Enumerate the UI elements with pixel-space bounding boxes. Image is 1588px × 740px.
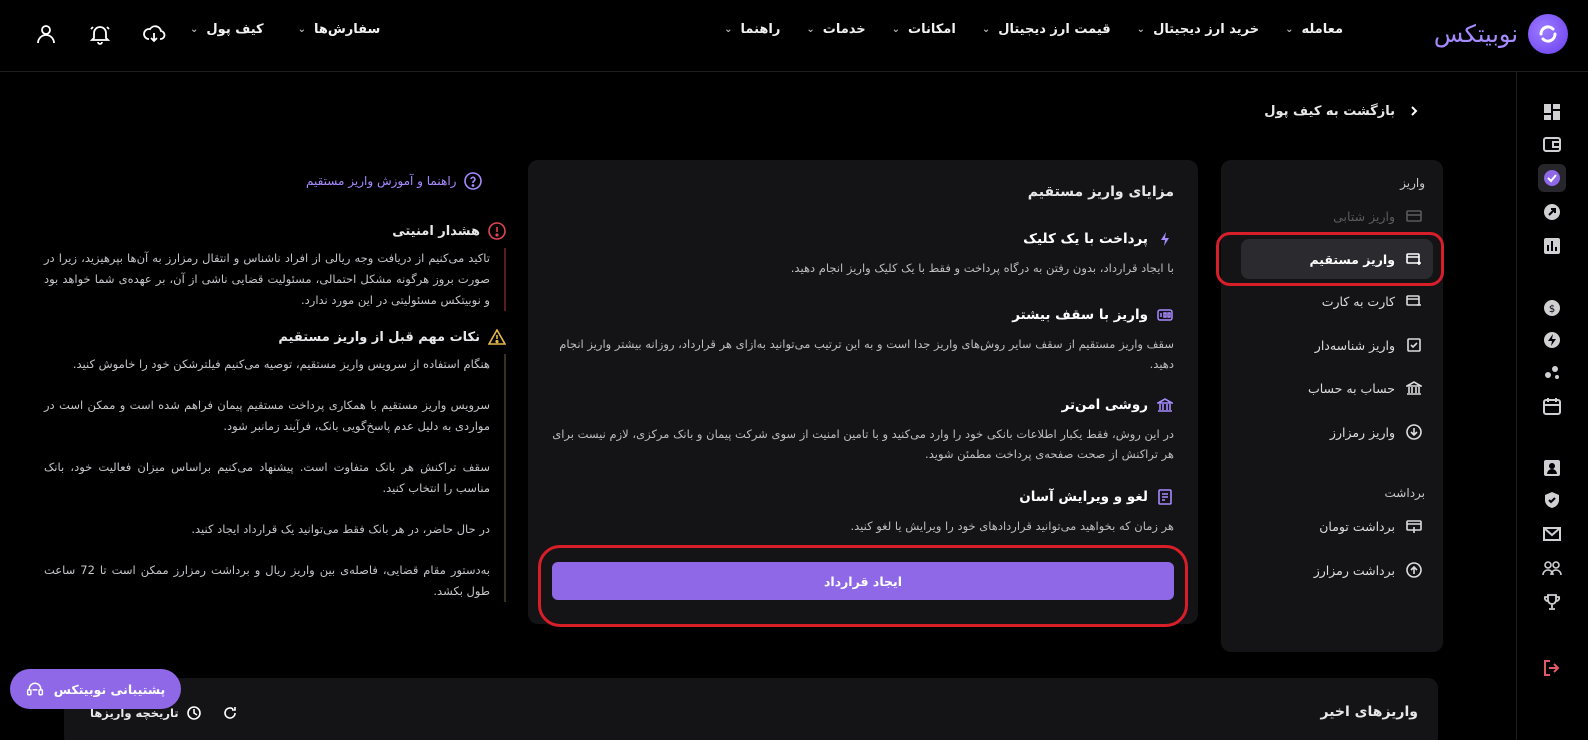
document-edit-icon xyxy=(1156,488,1174,506)
support-button[interactable]: پشتیبانی نوبیتکس xyxy=(10,669,181,709)
lightning-icon[interactable] xyxy=(1538,326,1566,354)
sidebar-heading-withdraw: برداشت xyxy=(1384,486,1425,500)
feature-higher-limit: واریز با سقف بیشتر سقف واریز مستقیم از س… xyxy=(559,306,1174,371)
sidebar-item-instant-deposit[interactable]: واریز شتابی xyxy=(1241,196,1433,236)
tip-item: هنگام استفاده از سرویس واریز مستقیم، توص… xyxy=(72,357,490,371)
crypto-download-icon xyxy=(1405,423,1423,441)
brand-logo[interactable]: نوبیتکس xyxy=(1434,14,1568,54)
security-warning-text: تاکید می‌کنیم از دریافت وجه ریالی از افر… xyxy=(44,248,506,311)
chevron-down-icon: ⌄ xyxy=(1285,24,1294,35)
tip-item: سقف تراکنش هر بانک متفاوت است. پیشنهاد م… xyxy=(44,460,490,495)
checklist-icon xyxy=(1405,336,1423,354)
brand-name: نوبیتکس xyxy=(1433,20,1518,48)
logout-icon[interactable] xyxy=(1538,654,1566,682)
menu-crypto-price[interactable]: قیمت ارز دیجیتال ⌄ xyxy=(982,22,1111,37)
top-navbar: نوبیتکس معامله ⌄ خرید ارز دیجیتال ⌄ قیمت ا… xyxy=(0,0,1588,72)
important-tips-block: نکات مهم قبل از واریز مستقیم هنگام استفا… xyxy=(44,328,506,622)
account-menu: سفارش‌ها ⌄ کیف پول ⌄ xyxy=(190,22,380,37)
user-profile-icon[interactable] xyxy=(32,20,60,48)
sidebar-item-withdraw-toman[interactable]: برداشت تومان xyxy=(1241,506,1433,546)
notification-bell-icon[interactable] xyxy=(86,20,114,48)
sidebar-item-withdraw-crypto[interactable]: برداشت رمزارز xyxy=(1241,550,1433,590)
tip-item: سرویس واریز مستقیم با همکاری پرداخت مستق… xyxy=(44,398,490,433)
trophy-icon[interactable] xyxy=(1538,588,1566,616)
svg-text:$: $ xyxy=(1549,304,1555,315)
menu-services[interactable]: خدمات ⌄ xyxy=(806,22,865,37)
chevron-down-icon: ⌄ xyxy=(297,24,306,35)
deposit-rail-icon[interactable] xyxy=(1538,164,1566,192)
bank-icon xyxy=(1405,379,1423,397)
chevron-down-icon: ⌄ xyxy=(724,24,733,35)
main-menu: معامله ⌄ خرید ارز دیجیتال ⌄ قیمت ارز دیجیت… xyxy=(724,22,1343,37)
mail-icon[interactable] xyxy=(1538,520,1566,548)
menu-features[interactable]: امکانات ⌄ xyxy=(892,22,956,37)
card-title: مزایای واریز مستقیم xyxy=(1027,184,1174,200)
security-shield-icon[interactable] xyxy=(1538,486,1566,514)
card-withdraw-icon xyxy=(1405,517,1423,535)
menu-buy-crypto[interactable]: خرید ارز دیجیتال ⌄ xyxy=(1137,22,1259,37)
nobitex-logo-icon xyxy=(1528,14,1568,54)
sidebar-item-id-deposit[interactable]: واریز شناسه‌دار xyxy=(1241,325,1433,365)
recent-deposits-title: واریزهای اخیر xyxy=(1320,704,1418,720)
limit-badge-icon xyxy=(1156,306,1174,324)
warning-triangle-icon xyxy=(488,328,506,346)
dashboard-icon[interactable] xyxy=(1538,98,1566,126)
card-icon xyxy=(1405,207,1423,225)
top-icons xyxy=(32,20,168,48)
crypto-upload-icon xyxy=(1405,561,1423,579)
sidebar-item-crypto-deposit[interactable]: واریز رمزارز xyxy=(1241,412,1433,452)
tip-item: به‌دستور مقام قضایی، فاصله‌ی بین واریز ر… xyxy=(44,563,490,598)
highlight-ring-create-contract xyxy=(538,545,1188,627)
tip-item: در حال حاضر، در هر بانک فقط می‌توانید یک… xyxy=(191,522,490,536)
chevron-down-icon: ⌄ xyxy=(190,24,199,35)
report-chart-icon[interactable] xyxy=(1538,232,1566,260)
chevron-down-icon: ⌄ xyxy=(806,24,815,35)
sparkle-icon xyxy=(1156,230,1174,248)
menu-trade[interactable]: معامله ⌄ xyxy=(1285,22,1343,37)
recent-deposits-card: واریزهای اخیر تاریخچه واریزها xyxy=(64,678,1438,740)
highlight-ring-direct-deposit xyxy=(1216,232,1444,286)
clock-icon xyxy=(185,704,203,722)
right-rail: $ xyxy=(1516,72,1588,740)
chevron-down-icon: ⌄ xyxy=(891,24,901,35)
referral-users-icon[interactable] xyxy=(1538,554,1566,582)
coin-icon[interactable]: $ xyxy=(1538,294,1566,322)
direct-deposit-guide-link[interactable]: راهنما و آموزش واریز مستقیم xyxy=(306,172,483,190)
chevron-right-icon xyxy=(1405,102,1423,120)
help-circle-icon xyxy=(464,172,483,190)
card-transfer-icon xyxy=(1405,292,1423,310)
headset-icon xyxy=(26,680,44,698)
feature-one-click: پرداخت با یک کلیک با ایجاد قرارداد، بدون… xyxy=(790,230,1174,275)
sidebar-heading-deposit: واریز xyxy=(1400,176,1425,190)
bank-icon xyxy=(1156,396,1174,414)
wallet-icon[interactable] xyxy=(1538,130,1566,158)
id-card-icon[interactable] xyxy=(1538,454,1566,482)
menu-orders[interactable]: سفارش‌ها ⌄ xyxy=(298,22,381,37)
refresh-icon[interactable] xyxy=(221,704,239,722)
download-app-icon[interactable] xyxy=(140,20,168,48)
security-warning-block: هشدار امنیتی تاکید می‌کنیم از دریافت وجه… xyxy=(44,222,506,311)
withdraw-rail-icon[interactable] xyxy=(1538,198,1566,226)
chevron-down-icon: ⌄ xyxy=(1136,24,1146,35)
menu-wallet[interactable]: کیف پول ⌄ xyxy=(190,22,264,37)
calendar-icon[interactable] xyxy=(1538,392,1566,420)
sidebar-item-card-to-card[interactable]: کارت به کارت xyxy=(1241,281,1433,321)
chevron-down-icon: ⌄ xyxy=(981,24,991,35)
sidebar-item-account-to-account[interactable]: حساب به حساب xyxy=(1241,368,1433,408)
feature-safer: روشی امن‌تر در این روش، فقط یکبار اطلاعا… xyxy=(552,396,1174,461)
alert-circle-icon xyxy=(488,222,506,240)
network-dots-icon[interactable] xyxy=(1538,358,1566,386)
feature-easy-edit: لغو و ویرایش آسان هر زمان که بخواهید می‌… xyxy=(850,488,1174,533)
menu-help[interactable]: راهنما ⌄ xyxy=(724,22,780,37)
back-to-wallet-link[interactable]: بازگشت به کیف پول xyxy=(1264,102,1423,120)
